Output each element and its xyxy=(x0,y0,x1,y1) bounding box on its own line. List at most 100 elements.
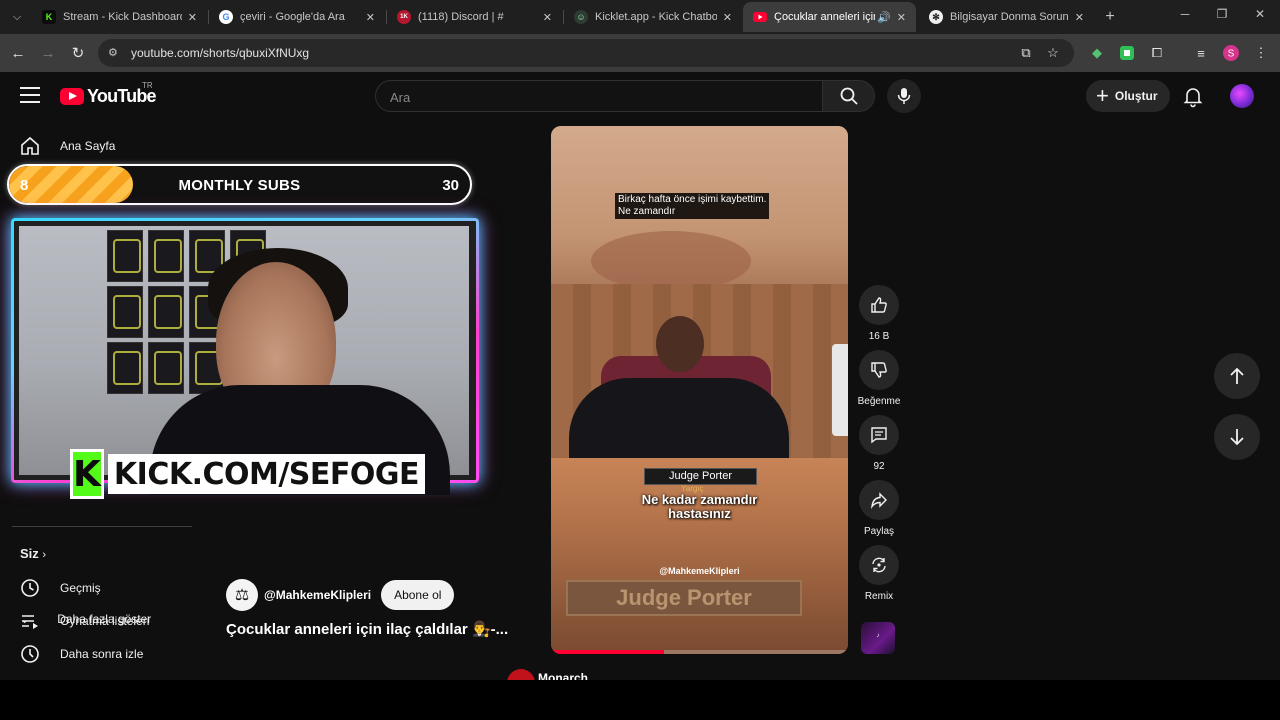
extension-icon[interactable]: ◆ xyxy=(1088,44,1106,62)
chatgpt-icon: ✻ xyxy=(929,10,943,24)
sidebar-item-home[interactable]: Ana Sayfa xyxy=(12,130,188,162)
previous-short-button[interactable] xyxy=(1214,353,1260,399)
forward-icon[interactable]: → xyxy=(38,43,58,63)
subtitle-line: hastasınız xyxy=(668,506,731,521)
speaker-icon[interactable]: 🔊 xyxy=(877,11,891,24)
search-input[interactable] xyxy=(390,87,790,107)
chevron-right-icon: › xyxy=(42,549,47,561)
subs-current-count: 8 xyxy=(20,177,29,194)
subtitle-middle: Ne kadar zamandır hastasınız xyxy=(551,493,848,521)
subs-goal-label: MONTHLY SUBS xyxy=(178,177,301,194)
like-button[interactable]: 16 B xyxy=(857,285,901,342)
extensions-puzzle-icon[interactable]: ⧠ xyxy=(1148,44,1166,62)
sidebar-item-label: Oynatma listeleri xyxy=(60,614,150,628)
dislike-button[interactable]: Beğenme xyxy=(857,350,901,407)
channel-watermark: @MahkemeKlipleri xyxy=(659,566,740,576)
comments-circle[interactable] xyxy=(859,415,899,455)
bookmark-star-icon[interactable]: ☆ xyxy=(1045,45,1061,61)
more-menu-icon[interactable]: ⋮ xyxy=(1252,44,1270,62)
close-tab-icon[interactable]: ✕ xyxy=(897,11,906,24)
short-title[interactable]: Çocuklar anneleri için ilaç çaldılar 👨‍⚖… xyxy=(226,620,526,638)
subtitle-line: Birkaç hafta önce işimi kaybettim. xyxy=(618,194,767,205)
new-tab-icon[interactable]: + xyxy=(1100,7,1120,27)
search-icon xyxy=(840,87,858,105)
tab-discord[interactable]: 1K (1118) Discord | # ✕ xyxy=(387,2,562,32)
kicklet-icon: ☺ xyxy=(574,10,588,24)
kick-channel-banner: K KICK.COM/SEFOGE xyxy=(70,449,426,499)
comment-icon xyxy=(871,427,887,444)
close-tab-icon[interactable]: ✕ xyxy=(366,11,375,24)
monthly-subs-goal-bar: MONTHLY SUBS 8 30 xyxy=(7,164,472,205)
you-label: Siz xyxy=(20,546,39,561)
plus-icon: + xyxy=(1096,83,1109,108)
voice-search-button[interactable] xyxy=(887,79,921,113)
home-icon xyxy=(21,136,39,155)
maximize-icon[interactable]: ❐ xyxy=(1212,7,1232,21)
channel-avatar[interactable]: ⚖ xyxy=(226,579,258,611)
guide-menu-icon[interactable] xyxy=(20,87,40,103)
judge-head xyxy=(656,316,704,372)
sidebar-item-watch-later[interactable]: Daha sonra izle xyxy=(12,638,188,670)
dislike-circle[interactable] xyxy=(859,350,899,390)
media-controls-icon[interactable]: ≡ xyxy=(1192,44,1210,62)
address-bar[interactable]: ⚙ youtube.com/shorts/qbuxiXfNUxg ⧉ ☆ xyxy=(98,39,1074,67)
tab-search-chevron-icon[interactable]: ⌵ xyxy=(6,6,28,28)
like-circle[interactable] xyxy=(859,285,899,325)
url-text[interactable]: youtube.com/shorts/qbuxiXfNUxg xyxy=(131,46,309,60)
kick-icon: K xyxy=(42,10,56,24)
sidebar-item-label: Ana Sayfa xyxy=(60,139,116,153)
tab-title: çeviri - Google'da Ara xyxy=(240,11,345,23)
tab-chatgpt[interactable]: ✻ Bilgisayar Donma Sorunu ✕ xyxy=(919,2,1094,32)
close-tab-icon[interactable]: ✕ xyxy=(188,11,197,24)
channel-name[interactable]: @MahkemeKlipleri xyxy=(264,588,371,602)
subtitle-line: Ne kadar zamandır xyxy=(641,492,758,507)
tab-title: Kicklet.app - Kick Chatbot xyxy=(595,11,717,23)
back-icon[interactable]: ← xyxy=(8,43,28,63)
search-button[interactable] xyxy=(823,80,875,112)
sidebar-item-history[interactable]: Geçmiş xyxy=(12,572,188,604)
sidebar-you-heading[interactable]: Siz › xyxy=(20,546,46,561)
account-avatar[interactable] xyxy=(1230,84,1254,108)
close-tab-icon[interactable]: ✕ xyxy=(1075,11,1084,24)
like-count: 16 B xyxy=(868,331,890,342)
share-circle[interactable] xyxy=(859,480,899,520)
letterbox-bar xyxy=(0,680,1280,720)
next-short-button[interactable] xyxy=(1214,414,1260,460)
share-button[interactable]: Paylaş xyxy=(857,480,901,537)
create-button[interactable]: + Oluştur xyxy=(1086,80,1170,112)
kick-url-text: KICK.COM/SEFOGE xyxy=(113,456,420,492)
remix-button[interactable]: Remix xyxy=(857,545,901,602)
arrow-down-icon xyxy=(1230,429,1244,446)
sound-thumbnail[interactable]: ♪ xyxy=(861,622,895,654)
tab-kicklet[interactable]: ☺ Kicklet.app - Kick Chatbot ✕ xyxy=(564,2,742,32)
close-tab-icon[interactable]: ✕ xyxy=(543,11,552,24)
install-app-icon[interactable]: ⧉ xyxy=(1018,45,1034,61)
create-label: Oluştur xyxy=(1114,89,1158,103)
clock-icon xyxy=(21,645,39,663)
tab-kick-dashboard[interactable]: K Stream - Kick Dashboard ✕ xyxy=(32,2,207,32)
subs-goal-count: 30 xyxy=(442,177,459,194)
sidebar-divider xyxy=(12,526,192,527)
close-tab-icon[interactable]: ✕ xyxy=(723,11,732,24)
sidebar-item-playlists[interactable]: Oynatma listeleri xyxy=(12,605,188,637)
next-short-peek: Monarch xyxy=(503,668,897,697)
profile-icon[interactable]: S xyxy=(1222,44,1240,62)
subscribe-button[interactable]: Abone ol xyxy=(381,580,455,610)
notifications-bell-icon[interactable] xyxy=(1181,84,1205,108)
youtube-header: YouTube TR + Oluştur xyxy=(0,72,1280,120)
extension-green-icon[interactable] xyxy=(1118,44,1136,62)
comments-button[interactable]: 92 xyxy=(857,415,901,472)
tab-youtube-short[interactable]: Çocuklar anneleri için i 🔊 ✕ xyxy=(743,2,916,32)
minimize-icon[interactable]: ─ xyxy=(1175,7,1195,21)
site-info-icon[interactable]: ⚙ xyxy=(108,46,122,60)
reload-icon[interactable]: ↻ xyxy=(68,43,88,63)
shorts-player[interactable]: Birkaç hafta önce işimi kaybettim. Ne za… xyxy=(551,126,848,654)
close-window-icon[interactable]: ✕ xyxy=(1250,7,1270,21)
tab-google-search[interactable]: G çeviri - Google'da Ara ✕ xyxy=(209,2,385,32)
browser-tab-strip: ⌵ K Stream - Kick Dashboard ✕ G çeviri -… xyxy=(0,0,1280,34)
share-icon xyxy=(871,492,887,509)
remix-circle[interactable] xyxy=(859,545,899,585)
youtube-logo[interactable]: YouTube TR xyxy=(60,81,157,107)
video-progress-bar[interactable] xyxy=(551,650,848,654)
search-box[interactable] xyxy=(375,80,823,112)
